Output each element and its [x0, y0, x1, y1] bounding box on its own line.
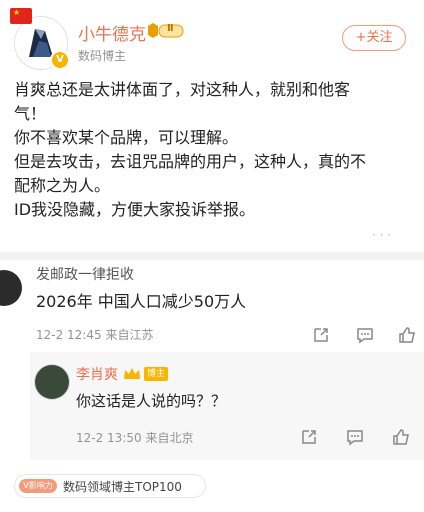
comment-meta: 12-2 12:45 来自江苏	[36, 328, 154, 342]
like-icon[interactable]	[398, 326, 416, 344]
comment-icon[interactable]	[356, 326, 374, 344]
commenter-avatar[interactable]	[0, 270, 22, 306]
follow-button[interactable]: +关注	[342, 25, 406, 51]
reply-comment-icon[interactable]	[346, 428, 364, 446]
reply-like-icon[interactable]	[392, 428, 410, 446]
influence-badge[interactable]: V影响力 数码领域博主TOP100	[14, 474, 206, 498]
share-icon[interactable]	[312, 326, 330, 344]
reply-meta: 12-2 13:50 来自北京	[76, 431, 194, 445]
replier-name[interactable]: 李肖爽	[76, 364, 118, 384]
post-text: 肖爽总还是太讲体面了，对这种人，就别和他客 气！ 你不喜欢某个品牌，可以理解。 …	[14, 80, 367, 219]
influence-text: 数码领域博主TOP100	[63, 480, 182, 494]
commenter-name[interactable]: 发邮政一律拒收	[36, 264, 134, 284]
verified-icon: V	[50, 50, 70, 70]
comment-text: 2026年 中国人口减少50万人	[36, 292, 247, 311]
china-flag-icon: ★	[10, 8, 32, 24]
truncated-tail: · · ·	[372, 228, 392, 242]
blogger-badge: 博主	[144, 367, 168, 381]
crown-icon	[122, 366, 142, 382]
level-badge-icon: Ⅱ	[146, 22, 186, 40]
section-divider	[0, 252, 424, 260]
author-subtitle: 数码博主	[78, 49, 127, 63]
replier-avatar[interactable]	[34, 364, 70, 400]
reply-share-icon[interactable]	[300, 428, 318, 446]
level-badge-text: Ⅱ	[167, 23, 174, 34]
reply-text: 你这话是人说的吗？？	[76, 392, 227, 410]
author-name[interactable]: 小牛德克	[78, 20, 146, 45]
influence-v-icon: V影响力	[19, 479, 57, 493]
